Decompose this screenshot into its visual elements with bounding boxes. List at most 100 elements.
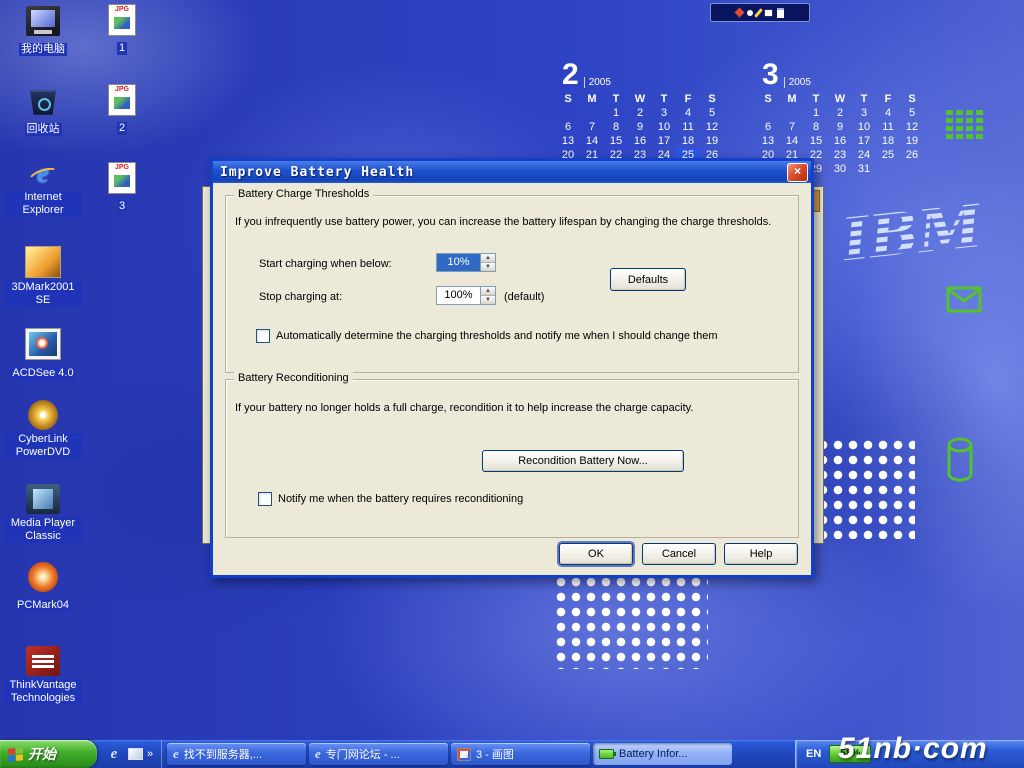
start-button[interactable]: 开始 [0,740,97,768]
quick-launch-overflow-chevron-icon[interactable]: » [147,748,157,760]
keypad-dot [956,110,963,115]
calendar-month-number: 2 [562,60,579,90]
desktop-file-1[interactable]: JPG 1 [92,4,152,56]
spinner-buttons: ▲ ▼ [480,254,495,271]
calendar-month-number: 3 [762,60,779,90]
calendar-day [756,106,780,120]
desktop-icon-internet-explorer[interactable]: e Internet Explorer [4,158,82,218]
keypad-dot [946,126,953,131]
envelope-icon-art [946,286,982,318]
language-indicator[interactable]: EN [806,748,821,760]
spin-down-icon[interactable]: ▼ [481,296,495,304]
task-button-ie-server[interactable]: e 找不到服务器,... [167,743,306,765]
checkbox-box[interactable] [256,329,270,343]
internet-explorer-icon: e [26,158,60,188]
paint-icon [457,748,471,761]
help-button[interactable]: Help [724,543,798,565]
dialog-title: Improve Battery Health [220,165,787,180]
calendar-day: 7 [580,120,604,134]
auto-determine-checkbox[interactable]: Automatically determine the charging thr… [256,329,717,343]
calendar-day: 8 [804,120,828,134]
dialog-title-bar[interactable]: Improve Battery Health × [213,161,811,183]
calendar-day [580,106,604,120]
calendar-day-header: S [700,92,724,106]
calendar-day: 2 [828,106,852,120]
diamond-icon [735,8,745,18]
desktop-icon-3dmark2001[interactable]: 3DMark2001 SE [4,246,82,308]
task-button-paint[interactable]: 3 - 画图 [451,743,590,765]
keypad-dot [966,118,973,123]
cancel-button[interactable]: Cancel [642,543,716,565]
calendar-day: 9 [828,120,852,134]
task-button-battery-information[interactable]: Battery Infor... [593,743,732,765]
checkbox-box[interactable] [258,492,272,506]
calendar-day [876,162,900,176]
spinner-buttons: ▲ ▼ [480,287,495,304]
calendar-day [900,162,924,176]
desktop-icon-recycle-bin[interactable]: 回收站 [4,86,82,137]
calendar-day-header: T [604,92,628,106]
recycle-bin-icon [26,86,60,116]
checkbox-label: Automatically determine the charging thr… [276,330,717,342]
desktop-icon-pcmark04[interactable]: PCMark04 [4,562,82,613]
desktop-icon-powerdvd[interactable]: CyberLink PowerDVD [4,400,82,460]
calendar-day: 19 [700,134,724,148]
calendar-day-headers: SMTWTFS [756,92,928,106]
quick-launch-ie[interactable]: e [105,744,123,764]
task-label: Battery Infor... [619,748,687,760]
keypad-dot [976,118,983,123]
stop-threshold-value[interactable]: 100% [437,287,480,304]
grid-icon [764,9,773,17]
desktop-icon-media-player-classic[interactable]: Media Player Classic [4,484,82,544]
calendar-day: 8 [604,120,628,134]
spin-down-icon[interactable]: ▼ [481,263,495,271]
jpg-file-icon: JPG [108,162,136,194]
file-icon-label: 2 [117,122,127,135]
calendar-day: 16 [628,134,652,148]
jpg-file-icon: JPG [108,4,136,36]
calendar-day: 10 [852,120,876,134]
keypad-dot [966,134,973,139]
ie-e-glyph: e [37,158,49,188]
thinkvantage-icon [26,646,60,676]
keypad-dot [976,134,983,139]
calendar-day-header: S [900,92,924,106]
battery-charge-thresholds-group: Battery Charge Thresholds If you infrequ… [225,195,799,373]
desktop-icon-my-computer[interactable]: 我的电脑 [4,6,82,57]
default-note: (default) [504,291,544,303]
task-button-forum[interactable]: e 专门网论坛 - ... [309,743,448,765]
keypad-dot [956,118,963,123]
my-computer-icon [26,6,60,36]
calendar-day [556,106,580,120]
start-threshold-spinner[interactable]: 10% ▲ ▼ [436,253,496,272]
stop-threshold-spinner[interactable]: 100% ▲ ▼ [436,286,496,305]
battery-icon [599,749,614,759]
desktop-file-2[interactable]: JPG 2 [92,84,152,136]
desktop-icon-acdsee[interactable]: ACDSee 4.0 [4,328,82,381]
calendar-day-header: W [828,92,852,106]
desktop-file-3[interactable]: JPG 3 [92,162,152,214]
start-threshold-value[interactable]: 10% [437,254,480,271]
wrench-icon [754,8,763,18]
close-icon[interactable]: × [787,163,808,182]
defaults-button[interactable]: Defaults [610,268,686,291]
quick-launch-show-desktop[interactable] [126,744,144,764]
spin-up-icon[interactable]: ▲ [481,254,495,263]
desktop-widget-bar[interactable] [710,3,810,22]
desktop-icon-thinkvantage[interactable]: ThinkVantage Technologies [4,646,82,706]
calendar-day-header: T [652,92,676,106]
pcmark-icon [28,562,58,592]
ibm-logo: IBM [838,191,985,280]
spin-up-icon[interactable]: ▲ [481,287,495,296]
recondition-battery-button[interactable]: Recondition Battery Now... [482,450,684,472]
calendar-day-header: T [804,92,828,106]
dot-grid-art [818,440,915,539]
calendar-day: 5 [900,106,924,120]
calendar-day: 13 [756,134,780,148]
calendar-title: 3 2005 [756,52,928,90]
jpg-tag: JPG [110,86,134,93]
calendar-day: 7 [780,120,804,134]
battery-reconditioning-group: Battery Reconditioning If your battery n… [225,379,799,538]
notify-reconditioning-checkbox[interactable]: Notify me when the battery requires reco… [258,492,523,506]
ok-button[interactable]: OK [559,543,633,565]
